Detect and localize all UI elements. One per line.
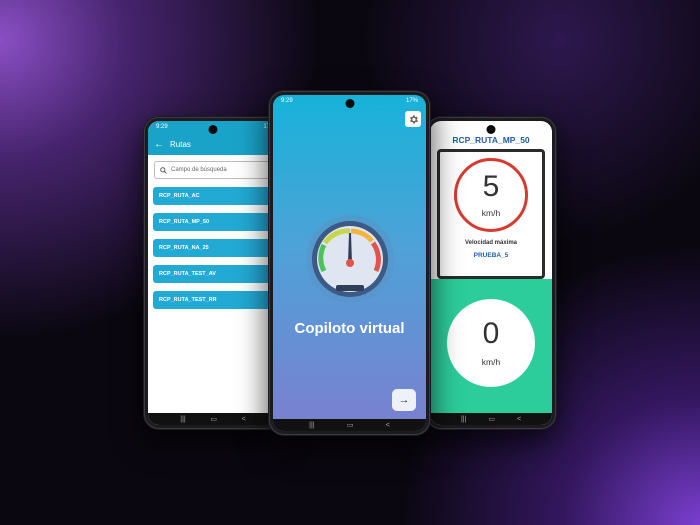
list-item[interactable]: RCP_RUTA_AC🗑: [153, 187, 278, 205]
search-icon: [160, 166, 167, 174]
back-nav-icon[interactable]: <: [517, 416, 521, 423]
route-label: RCP_RUTA_MP_50: [159, 219, 210, 225]
speedometer-icon: [305, 215, 394, 303]
route-label: RCP_RUTA_TEST_AV: [159, 271, 216, 277]
speed-limit-name: PRUEBA_5: [473, 252, 509, 259]
status-battery: 17%: [405, 98, 418, 104]
home-icon[interactable]: ▭: [347, 422, 354, 429]
system-nav-bar: ||| ▭ <: [148, 413, 278, 425]
route-label: RCP_RUTA_TEST_RR: [159, 297, 217, 303]
system-nav-bar: ||| ▭ <: [430, 413, 552, 425]
system-nav-bar: ||| ▭ <: [273, 419, 426, 431]
list-item[interactable]: RCP_RUTA_TEST_AV🗑: [153, 265, 278, 283]
page-title: Rutas: [170, 139, 191, 149]
speed-limit-unit: km/h: [481, 208, 501, 218]
settings-button[interactable]: [405, 111, 421, 127]
speed-limit-card: 5 km/h Velocidad máxima PRUEBA_5: [437, 149, 545, 279]
phone-speed: RCP_RUTA_MP_50 5 km/h Velocidad máxima P…: [425, 116, 557, 430]
route-list: RCP_RUTA_AC🗑 RCP_RUTA_MP_50🗑 RCP_RUTA_NA…: [153, 187, 278, 317]
phone-home: 9:29 17% Copiloto virtual → ||| ▭ <: [268, 90, 431, 436]
app-title: Copiloto virtual: [294, 320, 405, 337]
speed-limit-caption: Velocidad máxima: [464, 240, 518, 246]
speed-limit-sign: 5 km/h: [454, 158, 528, 232]
list-item[interactable]: RCP_RUTA_TEST_RR🗑: [153, 291, 278, 309]
current-speed-unit: km/h: [481, 357, 501, 367]
current-speed-value: 0: [482, 317, 500, 350]
list-item[interactable]: RCP_RUTA_NA_25🗑: [153, 239, 278, 257]
back-nav-icon[interactable]: <: [242, 416, 246, 423]
status-time: 9:29: [156, 124, 168, 130]
search-input[interactable]: Campo de búsqueda: [154, 161, 278, 179]
routes-screen: 9:29 17 ← Rutas Campo de búsqueda RCP_RU…: [148, 121, 278, 425]
route-title: RCP_RUTA_MP_50: [452, 135, 530, 145]
recents-icon[interactable]: |||: [309, 422, 314, 429]
camera-punch-hole: [208, 125, 218, 134]
list-item[interactable]: RCP_RUTA_MP_50🗑: [153, 213, 278, 231]
route-label: RCP_RUTA_NA_25: [159, 245, 209, 251]
phone-routes: 9:29 17 ← Rutas Campo de búsqueda RCP_RU…: [143, 116, 283, 430]
home-icon[interactable]: ▭: [488, 416, 495, 423]
recents-icon[interactable]: |||: [461, 416, 466, 423]
gear-icon: [409, 114, 418, 124]
arrow-right-icon: →: [398, 394, 410, 406]
camera-punch-hole: [345, 99, 354, 108]
home-screen: 9:29 17% Copiloto virtual → ||| ▭ <: [273, 95, 426, 431]
route-label: RCP_RUTA_AC: [159, 193, 200, 199]
next-button[interactable]: →: [392, 389, 416, 411]
speed-screen: RCP_RUTA_MP_50 5 km/h Velocidad máxima P…: [430, 121, 552, 425]
back-nav-icon[interactable]: <: [386, 422, 390, 429]
back-arrow-icon[interactable]: ←: [148, 139, 170, 150]
status-time: 9:29: [281, 98, 293, 104]
speed-limit-value: 5: [482, 170, 500, 203]
current-speed-circle: 0 km/h: [447, 299, 535, 387]
home-icon[interactable]: ▭: [210, 416, 217, 423]
camera-punch-hole: [486, 125, 496, 134]
current-speed-panel: 0 km/h: [430, 279, 552, 413]
search-placeholder: Campo de búsqueda: [171, 167, 227, 173]
recents-icon[interactable]: |||: [180, 416, 185, 423]
routes-app-bar: ← Rutas: [148, 133, 278, 155]
